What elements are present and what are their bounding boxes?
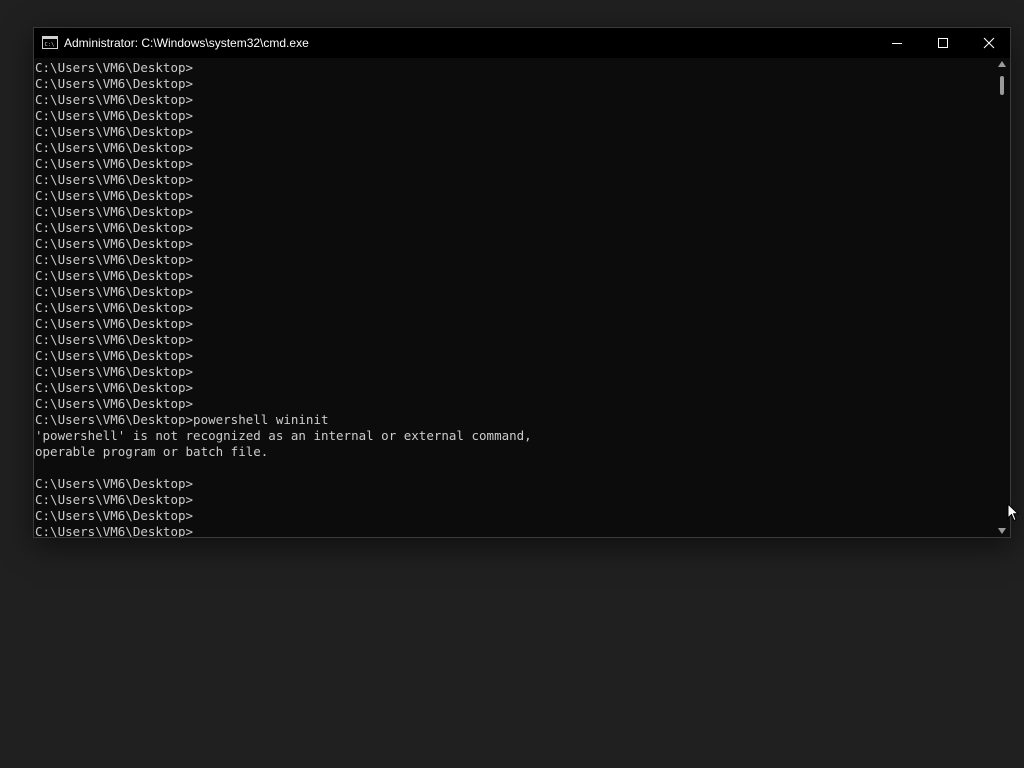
console-line: C:\Users\VM6\Desktop> (35, 524, 194, 537)
console-line: C:\Users\VM6\Desktop> (35, 92, 194, 107)
console-line: operable program or batch file. (35, 444, 269, 459)
cmd-window[interactable]: C:\ Administrator: C:\Windows\system32\c… (33, 27, 1011, 538)
maximize-icon (938, 38, 948, 48)
cmd-icon: C:\ (42, 36, 58, 49)
console-line: C:\Users\VM6\Desktop> (35, 204, 194, 219)
console-line: C:\Users\VM6\Desktop> (35, 156, 194, 171)
console-line: C:\Users\VM6\Desktop> (35, 268, 194, 283)
console-line: C:\Users\VM6\Desktop> (35, 316, 194, 331)
console-line: C:\Users\VM6\Desktop> (35, 364, 194, 379)
console-line: C:\Users\VM6\Desktop> (35, 60, 194, 75)
console-line: C:\Users\VM6\Desktop> (35, 108, 194, 123)
console-line: C:\Users\VM6\Desktop> (35, 348, 194, 363)
console-line: C:\Users\VM6\Desktop> (35, 76, 194, 91)
scroll-thumb[interactable] (1000, 76, 1004, 95)
vertical-scrollbar[interactable] (995, 58, 1010, 537)
minimize-button[interactable] (874, 28, 920, 58)
console-line: C:\Users\VM6\Desktop> (35, 140, 194, 155)
title-bar[interactable]: C:\ Administrator: C:\Windows\system32\c… (34, 28, 1010, 58)
console-line: C:\Users\VM6\Desktop> (35, 124, 194, 139)
console-line: C:\Users\VM6\Desktop> (35, 380, 194, 395)
console-line: C:\Users\VM6\Desktop> (35, 220, 194, 235)
close-icon (983, 37, 995, 49)
console-line: C:\Users\VM6\Desktop> (35, 300, 194, 315)
console-lines: C:\Users\VM6\Desktop> C:\Users\VM6\Deskto… (35, 60, 532, 537)
desktop-background: C:\ Administrator: C:\Windows\system32\c… (0, 0, 1024, 768)
console-line: C:\Users\VM6\Desktop> (35, 396, 194, 411)
console-line: C:\Users\VM6\Desktop> (35, 492, 194, 507)
scroll-up-arrow-icon[interactable] (998, 61, 1006, 67)
console-line: C:\Users\VM6\Desktop> (35, 236, 194, 251)
console-line: C:\Users\VM6\Desktop> (35, 172, 194, 187)
console-line: C:\Users\VM6\Desktop> (35, 476, 194, 491)
console-line: C:\Users\VM6\Desktop>powershell wininit (35, 412, 329, 427)
close-button[interactable] (966, 28, 1012, 58)
console-line: C:\Users\VM6\Desktop> (35, 252, 194, 267)
svg-text:C:\: C:\ (45, 42, 55, 48)
mouse-pointer-icon (1007, 503, 1019, 522)
console-line: C:\Users\VM6\Desktop> (35, 332, 194, 347)
window-title: Administrator: C:\Windows\system32\cmd.e… (64, 36, 309, 50)
console-line: C:\Users\VM6\Desktop> (35, 508, 194, 523)
scroll-down-arrow-icon[interactable] (998, 528, 1006, 534)
console-line: C:\Users\VM6\Desktop> (35, 284, 194, 299)
console-line: C:\Users\VM6\Desktop> (35, 188, 194, 203)
maximize-button[interactable] (920, 28, 966, 58)
console-output[interactable]: C:\Users\VM6\Desktop> C:\Users\VM6\Deskto… (34, 58, 994, 537)
minimize-icon (892, 43, 902, 44)
console-line: 'powershell' is not recognized as an int… (35, 428, 532, 443)
